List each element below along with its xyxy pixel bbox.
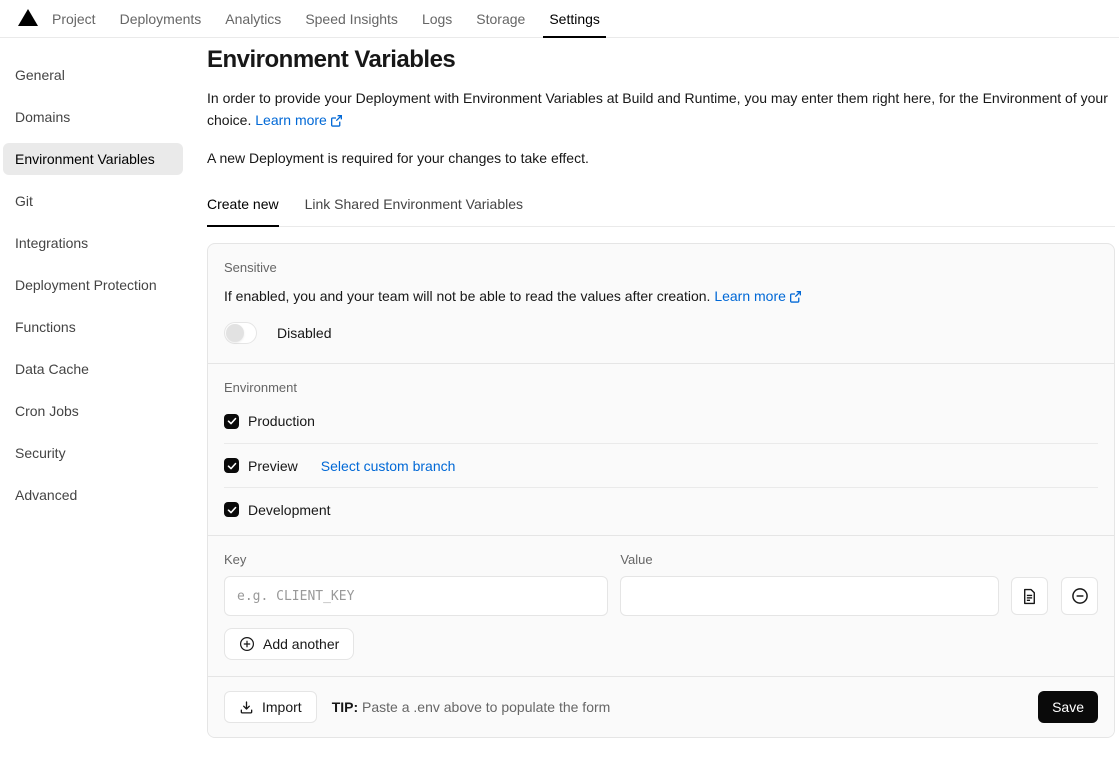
key-value-row: Key Value <box>224 552 1098 616</box>
tip-label: TIP: <box>331 699 359 715</box>
sensitive-learn-more-label: Learn more <box>714 288 786 304</box>
sidebar-item-git[interactable]: Git <box>3 185 183 217</box>
external-link-icon <box>789 290 802 306</box>
top-navigation: Project Deployments Analytics Speed Insi… <box>0 0 1119 38</box>
checkmark-icon <box>227 506 236 513</box>
page-description: In order to provide your Deployment with… <box>207 87 1115 133</box>
toggle-thumb <box>226 324 244 342</box>
environment-row-development: Development <box>224 487 1098 531</box>
settings-sidebar: General Domains Environment Variables Gi… <box>0 38 207 760</box>
select-custom-branch-link[interactable]: Select custom branch <box>321 458 456 474</box>
key-column: Key <box>224 552 609 616</box>
add-another-button[interactable]: Add another <box>224 628 355 660</box>
save-button[interactable]: Save <box>1038 691 1098 723</box>
environment-options: Production Preview Select custom branch <box>224 399 1098 531</box>
card-footer: Import TIP: Paste a .env above to popula… <box>208 676 1114 737</box>
value-column: Value <box>620 552 999 616</box>
key-input[interactable] <box>224 576 609 616</box>
development-checkbox[interactable] <box>224 502 239 517</box>
import-button[interactable]: Import <box>224 691 317 723</box>
production-label[interactable]: Production <box>248 413 315 429</box>
checkmark-icon <box>227 417 236 425</box>
sidebar-item-cron-jobs[interactable]: Cron Jobs <box>3 395 183 427</box>
nav-item-analytics[interactable]: Analytics <box>225 0 281 37</box>
sensitive-toggle[interactable] <box>224 322 257 344</box>
paste-env-button[interactable] <box>1011 577 1048 615</box>
sensitive-label: Sensitive <box>224 260 277 275</box>
top-nav-tabs: Project Deployments Analytics Speed Insi… <box>52 0 606 38</box>
tip-body: Paste a .env above to populate the form <box>362 699 611 715</box>
sidebar-item-domains[interactable]: Domains <box>3 101 183 133</box>
tab-create-new[interactable]: Create new <box>207 196 279 227</box>
tip-text: TIP: Paste a .env above to populate the … <box>332 699 611 715</box>
nav-item-deployments[interactable]: Deployments <box>120 0 202 37</box>
environment-row-production: Production <box>224 399 1098 443</box>
sidebar-item-functions[interactable]: Functions <box>3 311 183 343</box>
add-another-label: Add another <box>263 636 340 652</box>
preview-label[interactable]: Preview <box>248 458 298 474</box>
development-label[interactable]: Development <box>248 502 331 518</box>
value-input[interactable] <box>620 576 999 616</box>
env-var-tabs: Create new Link Shared Environment Varia… <box>207 196 1115 227</box>
download-icon <box>240 700 253 713</box>
deployment-note: A new Deployment is required for your ch… <box>207 150 589 166</box>
import-label: Import <box>262 699 302 715</box>
production-checkbox[interactable] <box>224 413 239 429</box>
vercel-logo-icon[interactable] <box>18 9 38 26</box>
sidebar-item-general[interactable]: General <box>3 59 183 91</box>
sidebar-item-deployment-protection[interactable]: Deployment Protection <box>3 269 183 301</box>
learn-more-label: Learn more <box>255 112 327 128</box>
checkmark-icon <box>227 462 236 469</box>
sensitive-learn-more-link[interactable]: Learn more <box>714 288 802 304</box>
key-label: Key <box>224 552 247 567</box>
document-icon <box>1024 588 1035 604</box>
sensitive-description: If enabled, you and your team will not b… <box>224 288 1098 306</box>
external-link-icon <box>330 111 343 133</box>
key-value-section: Key Value Add anothe <box>208 535 1114 676</box>
preview-checkbox[interactable] <box>224 458 239 473</box>
nav-item-settings[interactable]: Settings <box>543 0 606 38</box>
value-label: Value <box>620 552 653 567</box>
sidebar-item-integrations[interactable]: Integrations <box>3 227 183 259</box>
environment-section: Environment Production Preview Select cu <box>208 363 1114 535</box>
sensitive-section: Sensitive If enabled, you and your team … <box>208 244 1114 363</box>
environment-label: Environment <box>224 380 297 395</box>
plus-circle-icon <box>239 636 255 652</box>
sidebar-item-data-cache[interactable]: Data Cache <box>3 353 183 385</box>
environment-row-preview: Preview Select custom branch <box>224 443 1098 487</box>
sidebar-item-security[interactable]: Security <box>3 437 183 469</box>
main-content: Environment Variables In order to provid… <box>207 38 1119 760</box>
nav-item-storage[interactable]: Storage <box>476 0 525 37</box>
nav-item-logs[interactable]: Logs <box>422 0 452 37</box>
page-title: Environment Variables <box>207 46 456 73</box>
sensitive-toggle-row: Disabled <box>224 322 1098 347</box>
sensitive-toggle-state: Disabled <box>277 325 332 341</box>
tab-link-shared[interactable]: Link Shared Environment Variables <box>305 196 523 226</box>
sidebar-item-advanced[interactable]: Advanced <box>3 479 183 511</box>
create-env-var-card: Sensitive If enabled, you and your team … <box>207 243 1115 738</box>
remove-row-button[interactable] <box>1061 577 1098 615</box>
sidebar-item-environment-variables[interactable]: Environment Variables <box>3 143 183 175</box>
nav-item-speed-insights[interactable]: Speed Insights <box>305 0 398 37</box>
sensitive-description-text: If enabled, you and your team will not b… <box>224 288 711 304</box>
minus-circle-icon <box>1071 588 1088 604</box>
nav-item-project[interactable]: Project <box>52 0 96 37</box>
learn-more-link[interactable]: Learn more <box>255 112 343 128</box>
